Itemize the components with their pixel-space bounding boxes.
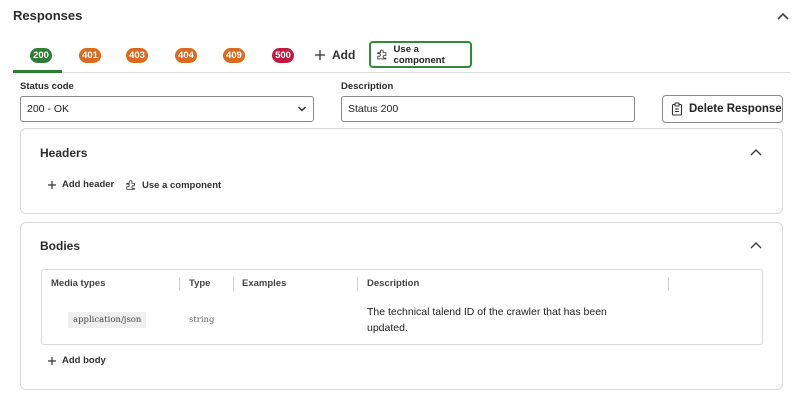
- use-component-button[interactable]: Use a component: [369, 41, 472, 68]
- plus-icon: [48, 356, 56, 365]
- tab-409[interactable]: 409: [223, 48, 245, 63]
- column-divider[interactable]: [668, 277, 669, 291]
- delete-response-button[interactable]: Delete Response: [662, 95, 783, 123]
- puzzle-icon: [377, 49, 387, 60]
- delete-response-label: Delete Response: [689, 103, 782, 115]
- column-header-description: Description: [367, 278, 420, 289]
- chevron-down-icon: [297, 106, 307, 112]
- column-divider[interactable]: [179, 277, 180, 291]
- add-body-label: Add body: [62, 355, 106, 366]
- chevron-up-icon[interactable]: [749, 146, 763, 158]
- add-header-button[interactable]: Add header: [47, 179, 114, 190]
- media-type-chip[interactable]: application/json: [68, 312, 147, 328]
- column-divider[interactable]: [233, 277, 234, 291]
- add-body-button[interactable]: Add body: [47, 355, 106, 366]
- puzzle-icon: [126, 180, 135, 190]
- tab-403[interactable]: 403: [126, 48, 148, 63]
- tab-200[interactable]: 200: [30, 48, 52, 63]
- header-use-component-button[interactable]: Use a component: [125, 179, 221, 191]
- add-response-label: Add: [332, 48, 356, 62]
- type-cell: string: [189, 315, 215, 325]
- column-header-examples: Examples: [242, 278, 287, 289]
- chevron-up-icon[interactable]: [775, 9, 791, 23]
- headers-title: Headers: [40, 146, 88, 160]
- add-response-button[interactable]: Add: [314, 46, 355, 64]
- headers-panel: [20, 128, 783, 214]
- plus-icon: [48, 180, 56, 189]
- tab-selected-indicator: [13, 70, 62, 73]
- add-header-label: Add header: [62, 179, 115, 190]
- tab-401[interactable]: 401: [79, 48, 101, 63]
- header-use-component-label: Use a component: [142, 179, 222, 191]
- status-code-label: Status code: [20, 81, 74, 92]
- description-cell: The technical talend ID of the crawler t…: [367, 306, 607, 334]
- tab-404[interactable]: 404: [175, 48, 197, 63]
- column-divider[interactable]: [357, 277, 358, 291]
- description-label: Description: [341, 81, 394, 92]
- description-input[interactable]: Status 200: [341, 96, 635, 122]
- status-code-select[interactable]: 200 - OK: [20, 96, 314, 122]
- clipboard-icon: [671, 102, 683, 116]
- tab-500[interactable]: 500: [272, 48, 294, 63]
- bodies-title: Bodies: [40, 239, 81, 253]
- plus-icon: [315, 50, 325, 60]
- chevron-up-icon[interactable]: [749, 239, 763, 251]
- use-component-label: Use a component: [393, 43, 445, 66]
- column-header-media-types: Media types: [51, 278, 106, 289]
- section-title: Responses: [13, 8, 83, 23]
- tabs-divider: [13, 72, 790, 73]
- status-code-value: 200 - OK: [27, 103, 70, 115]
- column-header-type: Type: [189, 278, 211, 289]
